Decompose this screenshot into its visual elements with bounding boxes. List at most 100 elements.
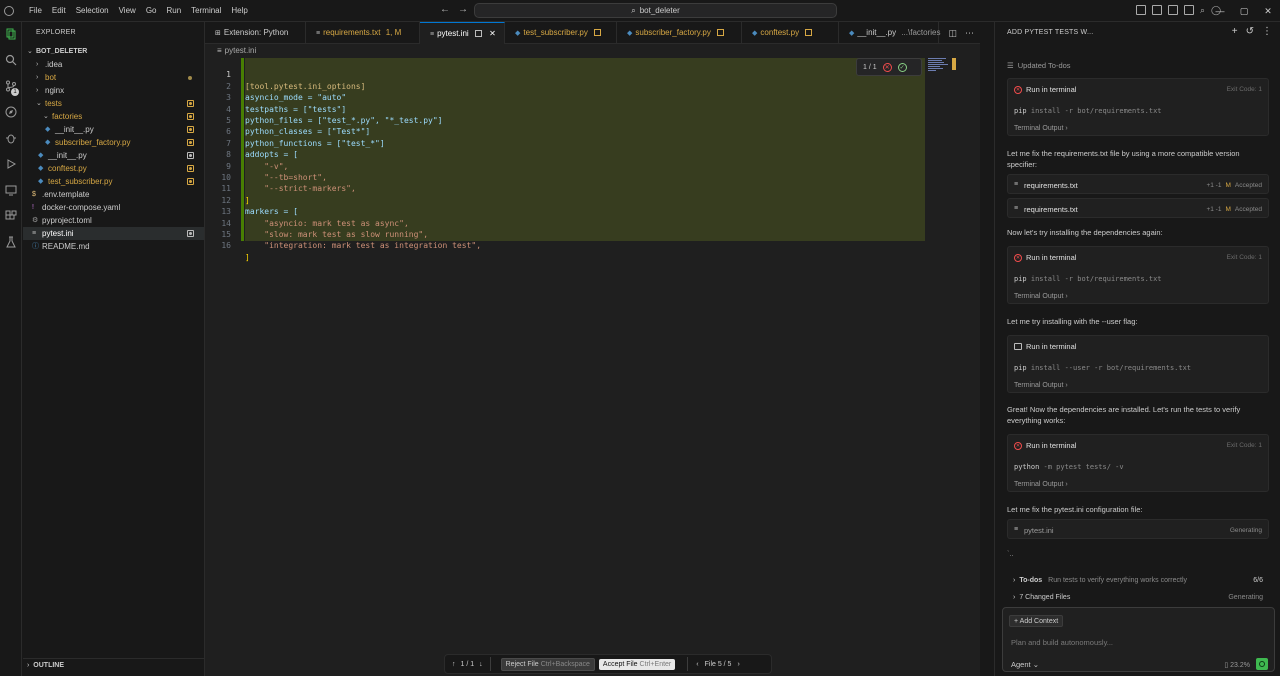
diff-counter: 1 / 1 [863, 63, 877, 71]
explorer-icon[interactable] [5, 28, 17, 40]
remote-explorer-icon[interactable] [5, 184, 17, 196]
code-line: 13 "asyncio: mark test as async", [205, 195, 980, 227]
menu-selection[interactable]: Selection [71, 0, 114, 22]
more-actions-icon[interactable]: ⋯ [965, 28, 974, 39]
tab-extension-python[interactable]: ⊞ Extension: Python [205, 22, 306, 44]
menu-edit[interactable]: Edit [47, 0, 71, 22]
exit-code: Exit Code: 1 [1226, 254, 1262, 261]
tree-item-readme[interactable]: ⓘ README.md [23, 240, 204, 253]
terminal-output-toggle[interactable]: Terminal Output › [1014, 382, 1068, 389]
explorer-root[interactable]: ⌄ BOT_DELETER [23, 45, 204, 58]
terminal-output-toggle[interactable]: Terminal Output › [1014, 481, 1068, 488]
tree-item-tests[interactable]: ⌄ tests [23, 97, 204, 110]
chat-input[interactable]: Plan and build autonomously... [1011, 638, 1113, 647]
error-icon: ✕ [1014, 441, 1022, 450]
terminal-command: pip install -r bot/requirements.txt [1014, 275, 1162, 283]
tree-item-bot[interactable]: › bot [23, 71, 204, 84]
accept-file-button[interactable]: Accept File Ctrl+Enter [598, 658, 676, 670]
menu-run[interactable]: Run [161, 0, 186, 22]
tab-test-subscriber[interactable]: ◆ test_subscriber.py [505, 22, 617, 44]
list-icon: ☰ [1007, 61, 1014, 70]
command-center[interactable]: ⌕ bot_deleter [474, 3, 837, 18]
toggle-panel-icon[interactable] [1168, 5, 1178, 15]
compass-icon[interactable] [5, 106, 17, 118]
tree-item-docker-compose[interactable]: ! docker-compose.yaml [23, 201, 204, 214]
tree-item-subscriber-factory[interactable]: ◆ subscriber_factory.py [23, 136, 204, 149]
more-actions-icon[interactable]: ⋮ [1262, 26, 1272, 37]
menu-file[interactable]: File [24, 0, 47, 22]
terminal-card: ✕ Run in terminal Exit Code: 1 python -m … [1007, 434, 1269, 492]
file-change-stats: +1 -1 M Accepted [1206, 206, 1262, 213]
tree-item-factories-init[interactable]: ◆ __init__.py [23, 123, 204, 136]
close-icon[interactable]: ✕ [1256, 0, 1280, 22]
app-logo-icon [4, 5, 14, 16]
updated-todos[interactable]: ☰ Updated To-dos [1007, 60, 1269, 71]
tree-item-env-template[interactable]: $ .env.template [23, 188, 204, 201]
tab-factories-init[interactable]: ◆ __init__.py ...\factories [839, 22, 940, 44]
tree-item-nginx[interactable]: › nginx [23, 84, 204, 97]
new-chat-icon[interactable]: + [1232, 26, 1238, 37]
outline-section-header[interactable]: › OUTLINE [23, 658, 204, 672]
tab-subscriber-factory[interactable]: ◆ subscriber_factory.py [617, 22, 742, 44]
toggle-sidebar-icon[interactable] [1152, 5, 1162, 15]
assistant-message: Now let's try installing the dependencie… [1007, 228, 1163, 237]
run-debug-icon[interactable] [5, 158, 17, 170]
tab-requirements[interactable]: ≡ requirements.txt 1, M [306, 22, 420, 44]
modified-badge-icon [474, 30, 482, 38]
explorer-sidebar: EXPLORER ⌄ BOT_DELETER › .idea › bot › n… [23, 22, 205, 676]
tree-item-test-subscriber[interactable]: ◆ test_subscriber.py [23, 175, 204, 188]
back-arrow-icon[interactable]: ← [440, 4, 450, 15]
tree-item-conftest[interactable]: ◆ conftest.py [23, 162, 204, 175]
terminal-output-toggle[interactable]: Terminal Output › [1014, 125, 1068, 132]
modified-badge-icon [187, 139, 194, 146]
modified-badge-icon [594, 29, 602, 37]
minimize-icon[interactable]: — [1208, 0, 1232, 22]
menu-terminal[interactable]: Terminal [186, 0, 226, 22]
breadcrumb[interactable]: ≡ pytest.ini [217, 46, 256, 55]
tree-item-pytest-ini[interactable]: ≡ pytest.ini [23, 227, 204, 240]
python-file-icon: ◆ [752, 30, 758, 37]
code-line: 3 testpaths = ["tests"] [205, 81, 980, 113]
send-button[interactable] [1256, 658, 1268, 670]
tab-conftest[interactable]: ◆ conftest.py [742, 22, 839, 44]
history-icon[interactable]: ↺ [1246, 26, 1254, 37]
search-icon[interactable]: ⌕ [1200, 5, 1205, 15]
debug-icon[interactable] [5, 132, 17, 144]
file-change-card[interactable]: ≡ requirements.txt +1 -1 M Accepted [1007, 198, 1269, 218]
add-context-button[interactable]: + Add Context [1009, 615, 1064, 627]
maximize-icon[interactable]: ▢ [1232, 0, 1256, 22]
toggle-secondary-sidebar-icon[interactable] [1184, 5, 1194, 15]
mode-select[interactable]: Agent ⌄ [1011, 660, 1039, 669]
menu-go[interactable]: Go [141, 0, 162, 22]
code-text: "integration: mark test as integration t… [245, 241, 482, 251]
arrow-up-icon[interactable]: ↑ [452, 661, 456, 668]
chevron-right-icon[interactable]: › [737, 661, 739, 668]
chat-input-box: + Add Context Plan and build autonomousl… [1002, 607, 1275, 672]
tree-item-factories[interactable]: ⌄ factories [23, 110, 204, 123]
menu-help[interactable]: Help [226, 0, 252, 22]
menu-view[interactable]: View [114, 0, 141, 22]
extensions-icon[interactable] [5, 210, 17, 222]
terminal-output-toggle[interactable]: Terminal Output › [1014, 293, 1068, 300]
split-editor-icon[interactable]: ◫ [948, 28, 957, 39]
testing-icon[interactable] [5, 236, 17, 248]
reject-file-button[interactable]: Reject File Ctrl+Backspace [500, 657, 595, 671]
file-change-card[interactable]: ≡ requirements.txt +1 -1 M Accepted [1007, 174, 1269, 194]
tree-item-pyproject[interactable]: ⚙ pyproject.toml [23, 214, 204, 227]
todos-summary[interactable]: › To-dos Run tests to verify everything wo… [1013, 577, 1263, 584]
forward-arrow-icon[interactable]: → [458, 4, 468, 15]
close-tab-icon[interactable]: ✕ [489, 29, 496, 38]
chevron-left-icon[interactable]: ‹ [696, 661, 698, 668]
changed-files-summary[interactable]: › 7 Changed Files Generating [1013, 594, 1263, 601]
reject-change-icon[interactable]: ✕ [882, 62, 892, 72]
arrow-down-icon[interactable]: ↓ [479, 661, 483, 668]
tree-item-idea[interactable]: › .idea [23, 58, 204, 71]
search-icon[interactable] [5, 54, 17, 66]
python-file-icon: ◆ [45, 126, 51, 133]
tree-item-tests-init[interactable]: ◆ __init__.py [23, 149, 204, 162]
accept-change-icon[interactable]: ✓ [897, 62, 907, 72]
customize-layout-icon[interactable] [1136, 5, 1146, 15]
tab-pytest-ini[interactable]: ≡ pytest.ini ✕ [420, 22, 505, 44]
assistant-message: Great! Now the dependencies are installe… [1007, 405, 1241, 425]
file-change-card[interactable]: ≡ pytest.ini Generating [1007, 519, 1269, 539]
